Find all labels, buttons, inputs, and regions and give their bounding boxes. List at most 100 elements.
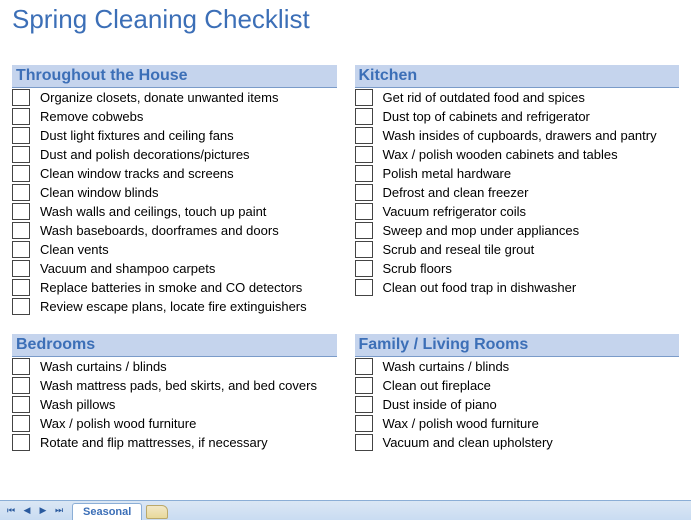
list-item: Wash mattress pads, bed skirts, and bed … xyxy=(12,376,337,395)
item-text: Wash walls and ceilings, touch up paint xyxy=(40,202,266,221)
checkbox[interactable] xyxy=(355,127,373,144)
item-text: Wax / polish wood furniture xyxy=(40,414,196,433)
item-text: Replace batteries in smoke and CO detect… xyxy=(40,278,302,297)
list-item: Dust inside of piano xyxy=(355,395,680,414)
item-text: Clean window blinds xyxy=(40,183,159,202)
checkbox[interactable] xyxy=(12,127,30,144)
checkbox[interactable] xyxy=(12,241,30,258)
checkbox[interactable] xyxy=(12,298,30,315)
item-text: Wax / polish wooden cabinets and tables xyxy=(383,145,618,164)
item-text: Organize closets, donate unwanted items xyxy=(40,88,278,107)
sheet-tab-seasonal[interactable]: Seasonal xyxy=(72,503,142,520)
page-title: Spring Cleaning Checklist xyxy=(12,4,679,35)
list-item: Wash pillows xyxy=(12,395,337,414)
checkbox[interactable] xyxy=(355,89,373,106)
list-item: Polish metal hardware xyxy=(355,164,680,183)
checkbox[interactable] xyxy=(355,241,373,258)
nav-prev-icon[interactable]: ◀ xyxy=(20,504,34,518)
item-text: Scrub and reseal tile grout xyxy=(383,240,535,259)
item-text: Review escape plans, locate fire extingu… xyxy=(40,297,307,316)
list-item: Replace batteries in smoke and CO detect… xyxy=(12,278,337,297)
nav-next-icon[interactable]: ▶ xyxy=(36,504,50,518)
checkbox[interactable] xyxy=(12,146,30,163)
item-text: Clean vents xyxy=(40,240,109,259)
item-text: Dust light fixtures and ceiling fans xyxy=(40,126,234,145)
list-item: Wash insides of cupboards, drawers and p… xyxy=(355,126,680,145)
section-header-house: Throughout the House xyxy=(12,65,337,88)
item-text: Vacuum refrigerator coils xyxy=(383,202,527,221)
checkbox[interactable] xyxy=(12,415,30,432)
item-text: Wax / polish wood furniture xyxy=(383,414,539,433)
checkbox[interactable] xyxy=(12,260,30,277)
checkbox[interactable] xyxy=(12,279,30,296)
list-item: Wax / polish wood furniture xyxy=(355,414,680,433)
section-header-family: Family / Living Rooms xyxy=(355,334,680,357)
list-item: Dust and polish decorations/pictures xyxy=(12,145,337,164)
list-item: Wash baseboards, doorframes and doors xyxy=(12,221,337,240)
checkbox[interactable] xyxy=(12,165,30,182)
checkbox[interactable] xyxy=(355,415,373,432)
item-text: Defrost and clean freezer xyxy=(383,183,529,202)
checkbox[interactable] xyxy=(12,184,30,201)
checkbox[interactable] xyxy=(355,184,373,201)
list-item: Clean out food trap in dishwasher xyxy=(355,278,680,297)
list-item: Scrub floors xyxy=(355,259,680,278)
section-house-items: Organize closets, donate unwanted itemsR… xyxy=(12,88,337,316)
list-item: Scrub and reseal tile grout xyxy=(355,240,680,259)
new-sheet-icon[interactable] xyxy=(146,505,168,519)
checkbox[interactable] xyxy=(12,377,30,394)
checkbox[interactable] xyxy=(355,396,373,413)
list-item: Wash curtains / blinds xyxy=(12,357,337,376)
item-text: Sweep and mop under appliances xyxy=(383,221,580,240)
list-item: Remove cobwebs xyxy=(12,107,337,126)
list-item: Sweep and mop under appliances xyxy=(355,221,680,240)
sheet-tab-label: Seasonal xyxy=(83,506,131,518)
checkbox[interactable] xyxy=(12,222,30,239)
item-text: Polish metal hardware xyxy=(383,164,512,183)
item-text: Wash curtains / blinds xyxy=(383,357,510,376)
page: Spring Cleaning Checklist Throughout the… xyxy=(0,0,691,452)
checkbox[interactable] xyxy=(355,203,373,220)
list-item: Clean window blinds xyxy=(12,183,337,202)
nav-first-icon[interactable]: ⏮ xyxy=(4,504,18,518)
checkbox[interactable] xyxy=(355,260,373,277)
checkbox[interactable] xyxy=(12,108,30,125)
list-item: Rotate and flip mattresses, if necessary xyxy=(12,433,337,452)
item-text: Rotate and flip mattresses, if necessary xyxy=(40,433,268,452)
checkbox[interactable] xyxy=(355,222,373,239)
list-item: Wax / polish wooden cabinets and tables xyxy=(355,145,680,164)
list-item: Defrost and clean freezer xyxy=(355,183,680,202)
right-column: Kitchen Get rid of outdated food and spi… xyxy=(355,65,680,452)
checkbox[interactable] xyxy=(355,146,373,163)
item-text: Wash baseboards, doorframes and doors xyxy=(40,221,279,240)
checkbox[interactable] xyxy=(355,358,373,375)
item-text: Wash insides of cupboards, drawers and p… xyxy=(383,126,657,145)
sheet-tabbar: ⏮ ◀ ▶ ⏭ Seasonal xyxy=(0,500,691,520)
checkbox[interactable] xyxy=(355,377,373,394)
checkbox[interactable] xyxy=(12,396,30,413)
item-text: Wash pillows xyxy=(40,395,115,414)
checkbox[interactable] xyxy=(12,89,30,106)
item-text: Remove cobwebs xyxy=(40,107,143,126)
checkbox[interactable] xyxy=(355,279,373,296)
nav-last-icon[interactable]: ⏭ xyxy=(52,504,66,518)
item-text: Vacuum and clean upholstery xyxy=(383,433,553,452)
checkbox[interactable] xyxy=(12,434,30,451)
item-text: Wash curtains / blinds xyxy=(40,357,167,376)
list-item: Organize closets, donate unwanted items xyxy=(12,88,337,107)
checkbox[interactable] xyxy=(355,165,373,182)
section-header-kitchen: Kitchen xyxy=(355,65,680,88)
list-item: Clean window tracks and screens xyxy=(12,164,337,183)
section-bedrooms-items: Wash curtains / blindsWash mattress pads… xyxy=(12,357,337,452)
item-text: Vacuum and shampoo carpets xyxy=(40,259,215,278)
columns: Throughout the House Organize closets, d… xyxy=(12,65,679,452)
checkbox[interactable] xyxy=(355,434,373,451)
checkbox[interactable] xyxy=(12,358,30,375)
checkbox[interactable] xyxy=(12,203,30,220)
spacer xyxy=(355,297,680,315)
item-text: Clean out fireplace xyxy=(383,376,491,395)
item-text: Dust inside of piano xyxy=(383,395,497,414)
tab-nav-buttons: ⏮ ◀ ▶ ⏭ xyxy=(0,501,70,520)
item-text: Get rid of outdated food and spices xyxy=(383,88,585,107)
checkbox[interactable] xyxy=(355,108,373,125)
